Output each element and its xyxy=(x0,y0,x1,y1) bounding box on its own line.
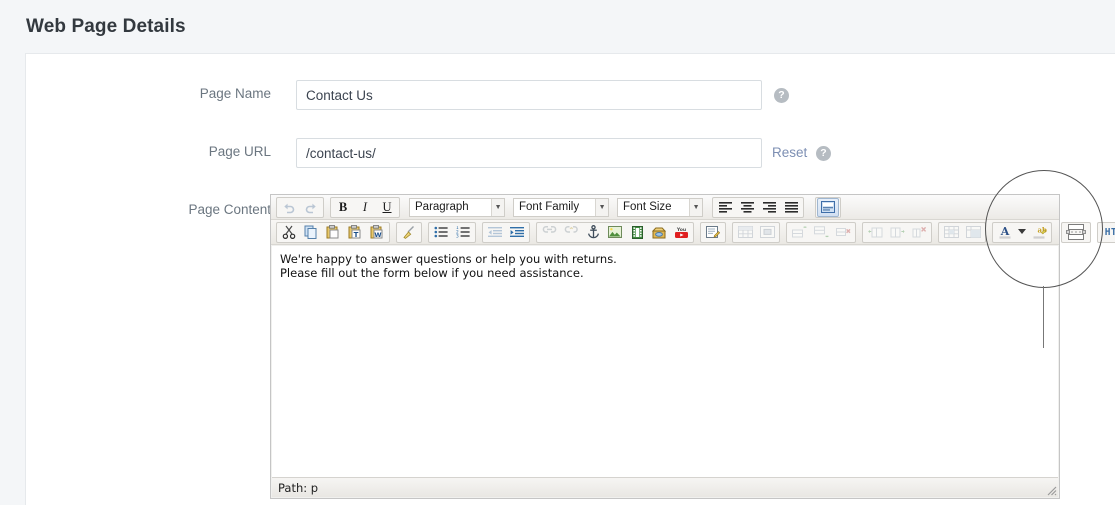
row-after-icon[interactable] xyxy=(810,223,832,242)
col-before-icon[interactable] xyxy=(864,223,886,242)
html-group: HTML xyxy=(1097,221,1115,243)
svg-text:W: W xyxy=(374,231,381,239)
merge-cells-icon[interactable] xyxy=(962,223,984,242)
edit-source-icon[interactable] xyxy=(702,223,724,242)
format-select-value: Paragraph xyxy=(415,201,469,213)
svg-text:A: A xyxy=(1000,225,1010,238)
style-props-group xyxy=(815,196,841,218)
align-justify-icon[interactable] xyxy=(780,198,802,217)
format-select[interactable]: Paragraph ▼ xyxy=(409,197,505,217)
page-content-label: Page Content xyxy=(188,202,271,217)
paste-as-text-icon[interactable]: T xyxy=(344,223,366,242)
link-icon[interactable] xyxy=(538,223,560,242)
page-name-help-icon[interactable]: ? xyxy=(774,88,789,103)
page-name-label: Page Name xyxy=(199,86,271,101)
content-line: We're happy to answer questions or help … xyxy=(280,252,617,266)
source-group xyxy=(700,221,726,243)
cut-icon[interactable] xyxy=(278,223,300,242)
text-color-icon[interactable]: A xyxy=(994,223,1016,242)
copy-icon[interactable] xyxy=(300,223,322,242)
row-before-icon[interactable] xyxy=(788,223,810,242)
history-group xyxy=(276,196,324,218)
column-group xyxy=(862,221,932,243)
col-delete-icon[interactable] xyxy=(908,223,930,242)
clipboard-group: T W xyxy=(276,221,390,243)
style-props-icon[interactable] xyxy=(817,197,839,217)
indent-group xyxy=(482,221,530,243)
table-icon[interactable] xyxy=(734,223,756,242)
list-group: 123 xyxy=(428,221,476,243)
row-group xyxy=(786,221,856,243)
background-color-icon[interactable]: ab xyxy=(1028,223,1050,242)
cell-group xyxy=(938,221,986,243)
page-url-input[interactable] xyxy=(296,138,762,168)
editor-toolbar-row-1: B I U Paragraph ▼ Font Family ▼ Font Siz… xyxy=(271,195,1059,220)
cleanup-group xyxy=(396,221,422,243)
html-source-button[interactable]: HTML xyxy=(1099,223,1115,242)
row-delete-icon[interactable] xyxy=(832,223,854,242)
editor-toolbar-row-2: T W 123 You A ab HT xyxy=(271,220,1115,245)
editor-status-bar: Path: p xyxy=(272,477,1058,497)
alignment-group xyxy=(712,196,804,218)
html-button-highlight-pointer xyxy=(1043,286,1045,348)
svg-text:3: 3 xyxy=(456,234,459,239)
undo-icon[interactable] xyxy=(278,198,300,217)
pagebreak-group xyxy=(1061,221,1091,243)
indent-icon[interactable] xyxy=(506,223,528,242)
reset-url-link[interactable]: Reset xyxy=(772,145,807,160)
chevron-down-icon[interactable]: ▼ xyxy=(689,198,702,216)
resize-grip-icon[interactable] xyxy=(1043,482,1057,496)
youtube-icon[interactable]: You xyxy=(670,223,692,242)
svg-text:T: T xyxy=(354,231,359,239)
page-title: Web Page Details xyxy=(26,16,186,37)
bullet-list-icon[interactable] xyxy=(430,223,452,242)
paste-from-word-icon[interactable]: W xyxy=(366,223,388,242)
align-left-icon[interactable] xyxy=(714,198,736,217)
page-url-help-icon[interactable]: ? xyxy=(816,146,831,161)
fontfamily-select[interactable]: Font Family ▼ xyxy=(513,197,609,217)
numbered-list-icon[interactable]: 123 xyxy=(452,223,474,242)
rich-text-editor[interactable]: B I U Paragraph ▼ Font Family ▼ Font Siz… xyxy=(270,194,1115,499)
redo-icon[interactable] xyxy=(300,198,322,217)
fontfamily-select-value: Font Family xyxy=(519,201,580,213)
split-cells-icon[interactable] xyxy=(940,223,962,242)
bold-button[interactable]: B xyxy=(332,198,354,217)
color-group: A ab xyxy=(992,221,1052,243)
outdent-icon[interactable] xyxy=(484,223,506,242)
anchor-icon[interactable] xyxy=(582,223,604,242)
italic-label: I xyxy=(362,199,368,214)
editor-content-area[interactable]: We're happy to answer questions or help … xyxy=(272,246,1058,478)
page-name-input[interactable] xyxy=(296,80,762,110)
table-group xyxy=(732,221,780,243)
media-film-icon[interactable] xyxy=(626,223,648,242)
fontsize-select-value: Font Size xyxy=(623,201,672,213)
package-icon[interactable] xyxy=(648,223,670,242)
unlink-icon[interactable] xyxy=(560,223,582,242)
text-style-group: B I U xyxy=(330,196,400,218)
align-right-icon[interactable] xyxy=(758,198,780,217)
underline-button[interactable]: U xyxy=(376,198,398,217)
bold-label: B xyxy=(338,199,348,214)
chevron-down-icon[interactable] xyxy=(1016,223,1028,242)
image-icon[interactable] xyxy=(604,223,626,242)
col-after-icon[interactable] xyxy=(886,223,908,242)
insert-group: You xyxy=(536,221,694,243)
chevron-down-icon[interactable]: ▼ xyxy=(491,198,504,216)
content-line: Please fill out the form below if you ne… xyxy=(280,266,584,280)
page-break-icon[interactable] xyxy=(1063,223,1089,242)
editor-path-label: Path: p xyxy=(278,480,319,495)
italic-button[interactable]: I xyxy=(354,198,376,217)
paste-icon[interactable] xyxy=(322,223,344,242)
align-center-icon[interactable] xyxy=(736,198,758,217)
page-url-label: Page URL xyxy=(208,144,271,159)
chevron-down-icon[interactable]: ▼ xyxy=(595,198,608,216)
underline-label: U xyxy=(382,199,392,214)
cleanup-broom-icon[interactable] xyxy=(398,223,420,242)
table-properties-icon[interactable] xyxy=(756,223,778,242)
fontsize-select[interactable]: Font Size ▼ xyxy=(617,197,703,217)
